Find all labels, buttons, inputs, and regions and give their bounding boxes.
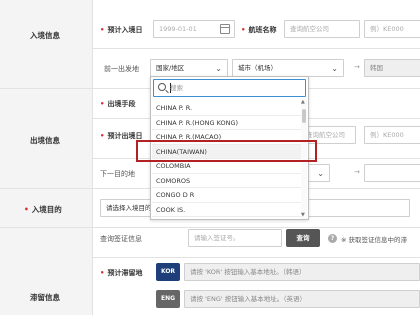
section-stay-info: 滞留信息 [30, 293, 60, 302]
kor-address-field: 请按 'KOR' 按钮输入基本地址。（韩语） [184, 263, 420, 281]
departure-method-label: • 出境手段 [100, 100, 136, 108]
departure-flight-input[interactable]: 例）KE000 [364, 126, 420, 144]
divider [92, 257, 420, 258]
visa-number-input[interactable]: 请输入签证号。 [188, 229, 282, 247]
chevron-down-icon: ⌄ [331, 64, 338, 73]
next-destination-label: 下一目的地 [100, 170, 135, 178]
arrow-right-icon: → [354, 63, 360, 71]
stay-address-label: • 预计滞留地 [100, 269, 143, 277]
form-page: 入境信息 出境信息 • 入境目的 滞留信息 • 预计入境日 1999-01-01 •… [0, 0, 420, 315]
search-icon [158, 83, 166, 91]
airline-input[interactable]: 查询航空公司 [284, 20, 360, 38]
entry-date-input[interactable]: 1999-01-01 [153, 20, 235, 38]
scroll-down-icon[interactable]: ▼ [301, 213, 305, 218]
city-select[interactable]: 城市（机场） ⌄ [232, 59, 344, 77]
country-select[interactable]: 国家/地区 ⌄ [150, 59, 228, 77]
dropdown-option[interactable]: CONGO D R [152, 188, 301, 203]
dropdown-search-input[interactable]: 搜索 [153, 79, 306, 97]
section-entry-purpose: • 入境目的 [24, 205, 62, 214]
divider [92, 48, 420, 49]
dropdown-option[interactable]: COMOROS [152, 174, 301, 188]
dropdown-option[interactable]: CHINA P. R. [152, 101, 301, 116]
visa-note: ※ 获取签证信息中的滞 [341, 236, 408, 244]
visa-label: 查询签证信息 [100, 235, 142, 243]
scroll-up-icon[interactable]: ▲ [301, 100, 305, 105]
next-destination-field[interactable] [364, 164, 420, 182]
destination-field: 韩国 [364, 59, 420, 77]
dropdown-option[interactable]: CHINA P. R.(HONG KONG) [152, 116, 301, 130]
section-departure-info: 出境信息 [30, 136, 60, 145]
visa-search-button[interactable]: 查询 [286, 229, 320, 247]
scroll-thumb[interactable] [302, 109, 306, 123]
chevron-down-icon: ⌄ [317, 169, 324, 178]
divider [0, 227, 420, 228]
section-label-column [0, 0, 92, 315]
eng-address-field: 请按 'ENG' 按钮输入基本地址。（英语） [184, 290, 420, 308]
highlight-annotation-box [136, 140, 317, 162]
flight-number-input[interactable]: 例）KE000 [364, 20, 420, 38]
calendar-icon[interactable] [220, 24, 230, 34]
chevron-down-icon: ⌄ [215, 64, 222, 73]
prev-origin-label: 前一出发地 [104, 65, 139, 73]
airline-label: • 航班名称 [241, 26, 277, 34]
dropdown-option[interactable]: COOK IS. [152, 203, 301, 217]
kor-address-button[interactable]: KOR [156, 263, 180, 281]
section-entry-info: 入境信息 [30, 31, 60, 40]
help-icon[interactable]: ? [328, 234, 337, 243]
arrow-right-icon: → [354, 168, 360, 176]
entry-date-label: • 预计入境日 [100, 26, 143, 34]
eng-address-button[interactable]: ENG [156, 290, 180, 308]
